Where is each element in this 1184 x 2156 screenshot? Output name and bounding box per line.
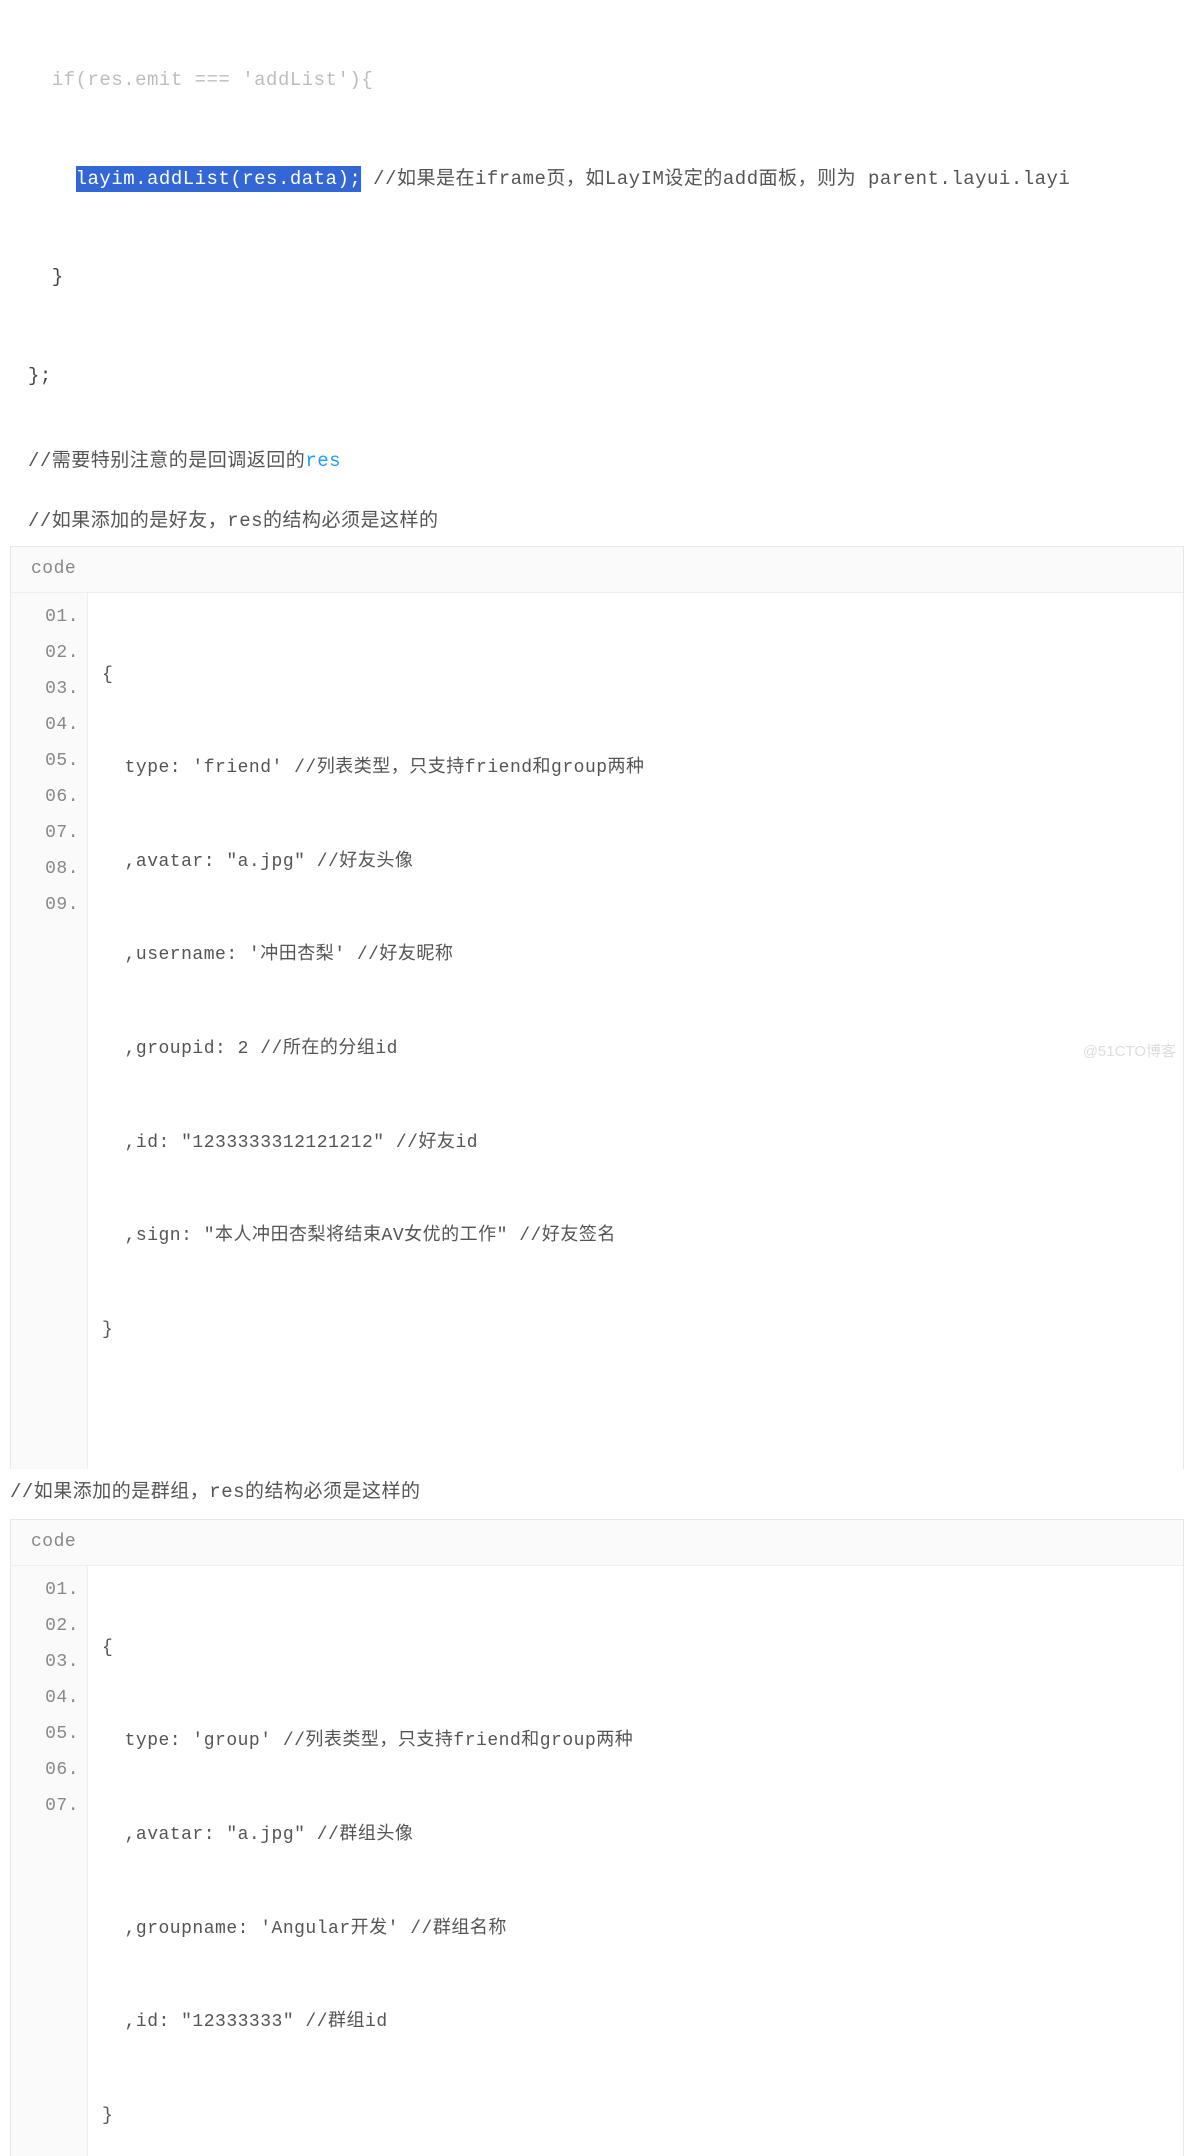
- code-line: ,avatar: "a.jpg" //好友头像: [102, 844, 645, 880]
- code-block-group: code 01. 02. 03. 04. 05. 06. 07. { type:…: [10, 1519, 1184, 2156]
- code-line: type: 'friend' //列表类型，只支持friend和group两种: [102, 750, 645, 786]
- code-line: ,id: "1233333312121212" //好友id: [102, 1125, 645, 1161]
- line-number-gutter: 01. 02. 03. 04. 05. 06. 07. 08. 09.: [11, 593, 88, 1469]
- code-line: ,id: "12333333" //群组id: [102, 2004, 633, 2040]
- highlighted-code: layim.addList(res.data);: [76, 166, 362, 192]
- paragraph-friend-intro: //如果添加的是好友，res的结构必须是这样的: [0, 496, 1184, 542]
- line-number: 08.: [19, 851, 79, 887]
- code-line: if(res.emit === 'addList'){: [28, 61, 1184, 99]
- line-number: 01.: [19, 599, 79, 635]
- code-line: };: [28, 357, 1184, 395]
- line-number: 07.: [19, 1788, 79, 1824]
- code-line: ,sign: "本人冲田杏梨将结束AV女优的工作" //好友签名: [102, 1218, 645, 1254]
- code-line: ,groupid: 2 //所在的分组id: [102, 1031, 645, 1067]
- paragraph-note-res: //需要特别注意的是回调返回的res: [0, 426, 1184, 496]
- res-link[interactable]: res: [305, 450, 341, 472]
- paragraph-group-intro: //如果添加的是群组，res的结构必须是这样的: [0, 1469, 1184, 1515]
- line-number: 03.: [19, 671, 79, 707]
- line-number: 01.: [19, 1572, 79, 1608]
- line-number: 02.: [19, 635, 79, 671]
- code-block-header: code: [11, 1520, 1183, 1566]
- code-line: }: [102, 2098, 633, 2134]
- line-number: 09.: [19, 887, 79, 923]
- code-block-friend: code 01. 02. 03. 04. 05. 06. 07. 08. 09.…: [10, 546, 1184, 1469]
- code-line: {: [102, 1630, 633, 1666]
- code-line: }: [102, 1312, 645, 1348]
- comment-text: //需要特别注意的是回调返回的: [28, 450, 305, 472]
- code-line: type: 'group' //列表类型，只支持friend和group两种: [102, 1723, 633, 1759]
- code-content[interactable]: { type: 'friend' //列表类型，只支持friend和group两…: [88, 593, 659, 1469]
- line-number: 04.: [19, 707, 79, 743]
- code-line: layim.addList(res.data); //如果是在iframe页，如…: [28, 160, 1184, 198]
- line-number: 07.: [19, 815, 79, 851]
- code-line: ,username: '冲田杏梨' //好友昵称: [102, 937, 645, 973]
- line-number-gutter: 01. 02. 03. 04. 05. 06. 07.: [11, 1566, 88, 2156]
- line-number: 06.: [19, 779, 79, 815]
- code-line: ,avatar: "a.jpg" //群组头像: [102, 1817, 633, 1853]
- code-content[interactable]: { type: 'group' //列表类型，只支持friend和group两种…: [88, 1566, 647, 2156]
- line-number: 04.: [19, 1680, 79, 1716]
- code-comment: //如果是在iframe页，如LayIM设定的add面板，则为 parent.l…: [361, 168, 1070, 190]
- code-line: {: [102, 657, 645, 693]
- line-number: 02.: [19, 1608, 79, 1644]
- line-number: 06.: [19, 1752, 79, 1788]
- code-line: }: [28, 258, 1184, 296]
- top-code-snippet: if(res.emit === 'addList'){ layim.addLis…: [0, 0, 1184, 426]
- line-number: 03.: [19, 1644, 79, 1680]
- line-number: 05.: [19, 743, 79, 779]
- code-line: ,groupname: 'Angular开发' //群组名称: [102, 1911, 633, 1947]
- code-block-header: code: [11, 547, 1183, 593]
- line-number: 05.: [19, 1716, 79, 1752]
